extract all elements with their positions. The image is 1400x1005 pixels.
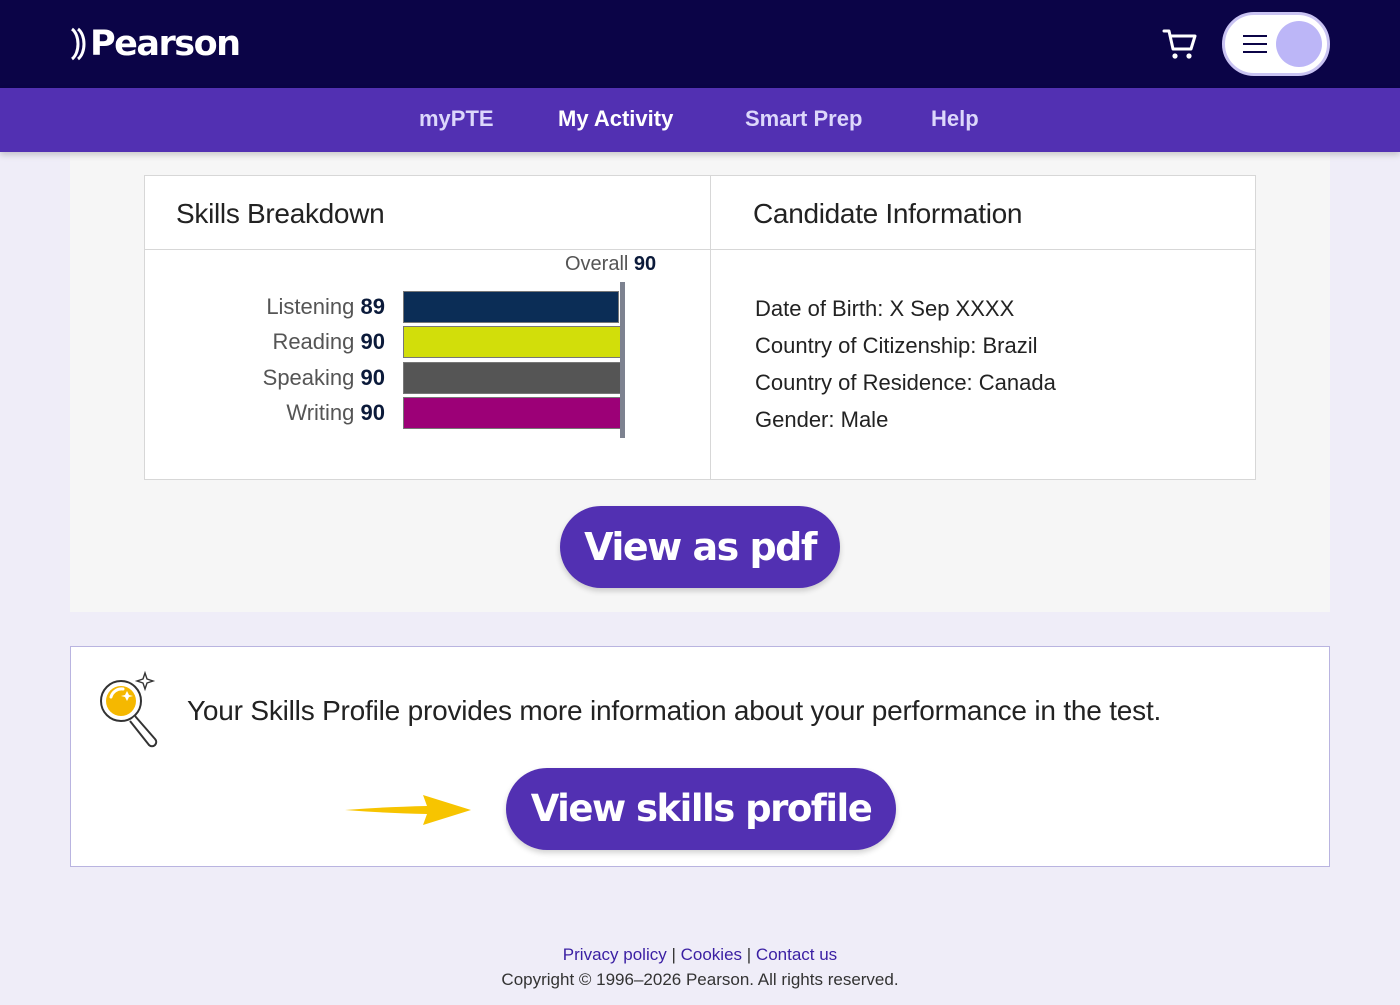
- skill-label-listening: Listening 89: [145, 294, 385, 320]
- nav-item-help[interactable]: Help: [931, 88, 979, 152]
- pearson-logo-icon: [70, 27, 86, 61]
- contact-us-link[interactable]: Contact us: [756, 945, 837, 964]
- skill-bar-writing: [403, 397, 621, 429]
- skill-name: Writing: [286, 400, 355, 425]
- row-divider: [145, 249, 1255, 250]
- skill-label-writing: Writing 90: [145, 400, 385, 426]
- skill-bar-reading: [403, 326, 621, 358]
- overall-score: Overall 90: [565, 253, 656, 276]
- footer-separator: |: [671, 945, 676, 964]
- dob-value: X Sep XXXX: [889, 296, 1015, 321]
- nav-item-my-activity[interactable]: My Activity: [558, 88, 673, 152]
- copyright-text: Copyright © 1996–2026 Pearson. All right…: [501, 970, 899, 989]
- skills-breakdown-title: Skills Breakdown: [176, 198, 385, 229]
- results-panel: Skills Breakdown Candidate Information O…: [70, 152, 1330, 612]
- magnifier-sparkle-icon: [100, 670, 158, 748]
- nav-item-mypte[interactable]: myPTE: [419, 88, 494, 152]
- info-residence: Country of Residence: Canada: [755, 370, 1056, 396]
- hamburger-menu-icon: [1243, 35, 1267, 53]
- view-skills-profile-button[interactable]: View skills profile: [506, 768, 896, 850]
- nav-item-smart-prep[interactable]: Smart Prep: [745, 88, 862, 152]
- privacy-policy-link[interactable]: Privacy policy: [563, 945, 667, 964]
- skill-score: 90: [360, 400, 385, 425]
- residence-label: Country of Residence:: [755, 370, 973, 395]
- gender-label: Gender:: [755, 407, 835, 432]
- footer-separator: |: [746, 945, 752, 964]
- brand-name: Pearson: [90, 24, 241, 64]
- residence-value: Canada: [978, 370, 1056, 395]
- skill-score: 89: [360, 294, 385, 319]
- cookies-link[interactable]: Cookies: [681, 945, 742, 964]
- skill-name: Listening: [266, 294, 355, 319]
- arrow-right-icon: [345, 795, 471, 825]
- overall-marker-line: [620, 282, 625, 438]
- top-header: Pearson: [0, 0, 1400, 88]
- main-nav: myPTE My Activity Smart Prep Help: [0, 88, 1400, 152]
- dob-label: Date of Birth:: [755, 296, 884, 321]
- cart-button[interactable]: [1160, 26, 1200, 62]
- gender-value: Male: [840, 407, 889, 432]
- view-as-pdf-button[interactable]: View as pdf: [560, 506, 840, 588]
- skills-profile-card: Your Skills Profile provides more inform…: [70, 646, 1330, 867]
- info-date-of-birth: Date of Birth: X Sep XXXX: [755, 296, 1014, 322]
- skill-name: Speaking: [262, 365, 355, 390]
- skill-bar-listening: [403, 291, 619, 323]
- skill-score: 90: [360, 365, 385, 390]
- skill-label-speaking: Speaking 90: [145, 365, 385, 391]
- overall-label: Overall: [565, 253, 629, 275]
- info-citizenship: Country of Citizenship: Brazil: [755, 333, 1037, 359]
- info-gender: Gender: Male: [755, 407, 888, 433]
- skill-bar-speaking: [403, 362, 621, 394]
- skill-name: Reading: [272, 329, 355, 354]
- citizenship-value: Brazil: [982, 333, 1038, 358]
- skill-score: 90: [360, 329, 385, 354]
- cart-icon: [1162, 29, 1197, 59]
- results-table: Skills Breakdown Candidate Information O…: [144, 175, 1256, 480]
- candidate-info-title: Candidate Information: [753, 198, 1023, 229]
- overall-value: 90: [633, 253, 657, 275]
- citizenship-label: Country of Citizenship:: [755, 333, 977, 358]
- menu-toggle-button[interactable]: [1222, 12, 1330, 76]
- footer-links: Privacy policy | Cookies | Contact us: [0, 945, 1400, 965]
- pearson-logo[interactable]: Pearson: [70, 20, 241, 68]
- skill-label-reading: Reading 90: [145, 329, 385, 355]
- column-divider: [710, 176, 711, 479]
- profile-avatar: [1276, 21, 1322, 67]
- skills-profile-text: Your Skills Profile provides more inform…: [187, 695, 1162, 726]
